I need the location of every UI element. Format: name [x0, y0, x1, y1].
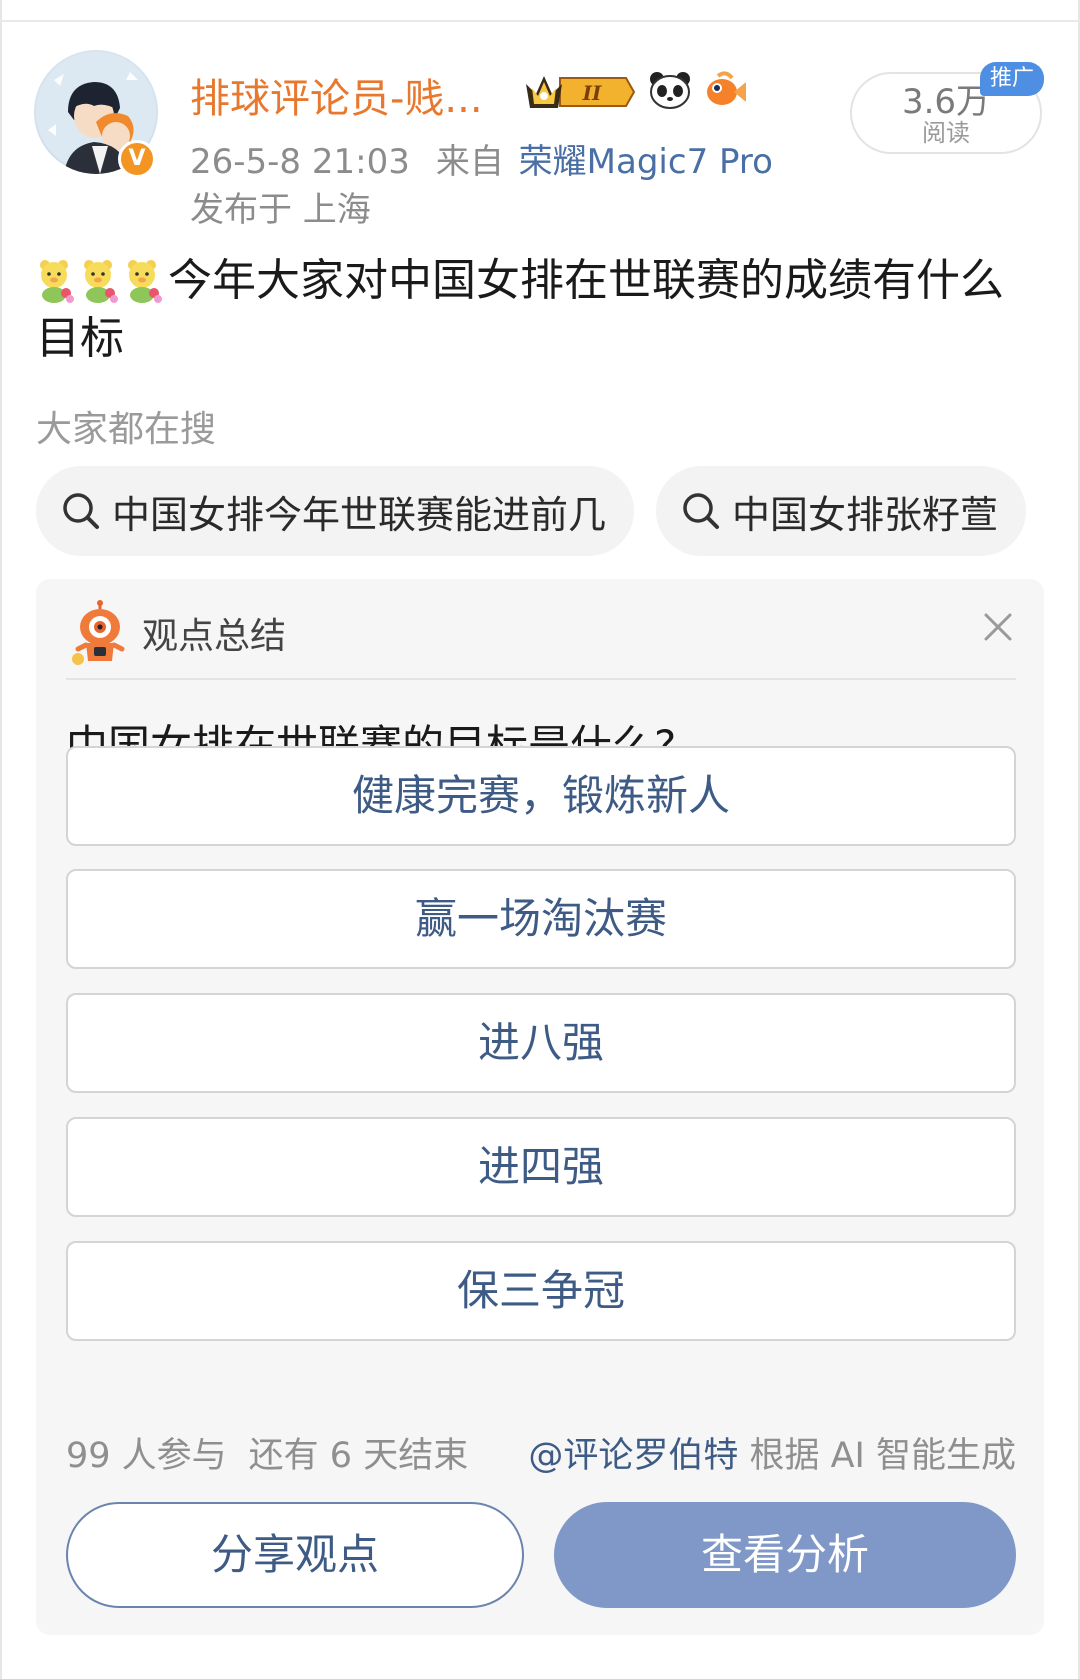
promo-tag: 推广 — [980, 62, 1044, 96]
verified-badge: V — [118, 140, 156, 178]
search-icon — [683, 493, 719, 529]
credit-mention-link[interactable]: @评论罗伯特 — [528, 1436, 738, 1476]
panda-icon — [648, 70, 692, 114]
post-body: 今年大家对中国女排在世联赛的成绩有什么目标 — [36, 252, 1046, 368]
bear-flower-emoji — [128, 260, 162, 303]
poll-stats: 99 人参与 还有 6 天结束 — [66, 1427, 468, 1478]
crown-badge-text: II — [582, 81, 602, 105]
source-prefix: 来自 — [435, 142, 504, 182]
user-badges: II — [522, 68, 748, 116]
share-opinion-button[interactable]: 分享观点 — [66, 1502, 524, 1608]
participant-count: 99 人参与 — [66, 1436, 227, 1476]
poll-option[interactable]: 保三争冠 — [66, 1241, 1016, 1341]
reads-label: 阅读 — [922, 119, 970, 147]
poll-option[interactable]: 进八强 — [66, 993, 1016, 1093]
poll-option[interactable]: 赢一场淘汰赛 — [66, 869, 1016, 969]
view-analysis-button[interactable]: 查看分析 — [554, 1502, 1016, 1608]
time-remaining: 还有 6 天结束 — [248, 1436, 469, 1476]
search-icon — [63, 493, 99, 529]
poll-option[interactable]: 进四强 — [66, 1117, 1016, 1217]
search-chip[interactable]: 中国女排今年世联赛能进前几 — [36, 466, 634, 556]
username[interactable]: 排球评论员-贱... — [190, 66, 483, 124]
device-link[interactable]: 荣耀Magic7 Pro — [519, 142, 773, 182]
search-chip[interactable]: 中国女排张籽萱 — [656, 466, 1026, 556]
trending-search-label: 大家都在搜 — [36, 409, 217, 450]
poll-option[interactable]: 健康完赛，锻炼新人 — [66, 746, 1016, 846]
post-timestamp: 26-5-8 21:03 — [190, 142, 410, 182]
top-divider — [0, 20, 1080, 22]
robot-mascot-icon — [72, 600, 125, 665]
post-location: 发布于 上海 — [190, 190, 371, 230]
credit-suffix: 根据 AI 智能生成 — [738, 1436, 1016, 1476]
ai-credit: @评论罗伯特 根据 AI 智能生成 — [528, 1427, 1016, 1478]
post-text: 今年大家对中国女排在世联赛的成绩有什么目标 — [36, 255, 1004, 364]
bear-flower-emoji — [84, 260, 118, 303]
opinion-summary-card: 观点总结 中国女排在世联赛的目标是什么? 健康完赛，锻炼新人 赢一场淘汰赛 进八… — [36, 579, 1044, 1635]
post-meta: 26-5-8 21:03 来自 荣耀Magic7 Pro — [190, 134, 773, 183]
close-icon[interactable] — [980, 609, 1016, 645]
crown-badge-icon[interactable]: II — [522, 70, 636, 114]
goldfish-icon — [704, 70, 748, 114]
card-title: 观点总结 — [142, 616, 287, 657]
card-divider — [66, 678, 1016, 680]
bear-flower-emoji — [40, 260, 74, 303]
search-chip-label: 中国女排今年世联赛能进前几 — [112, 492, 607, 537]
search-chip-label: 中国女排张籽萱 — [732, 492, 999, 537]
